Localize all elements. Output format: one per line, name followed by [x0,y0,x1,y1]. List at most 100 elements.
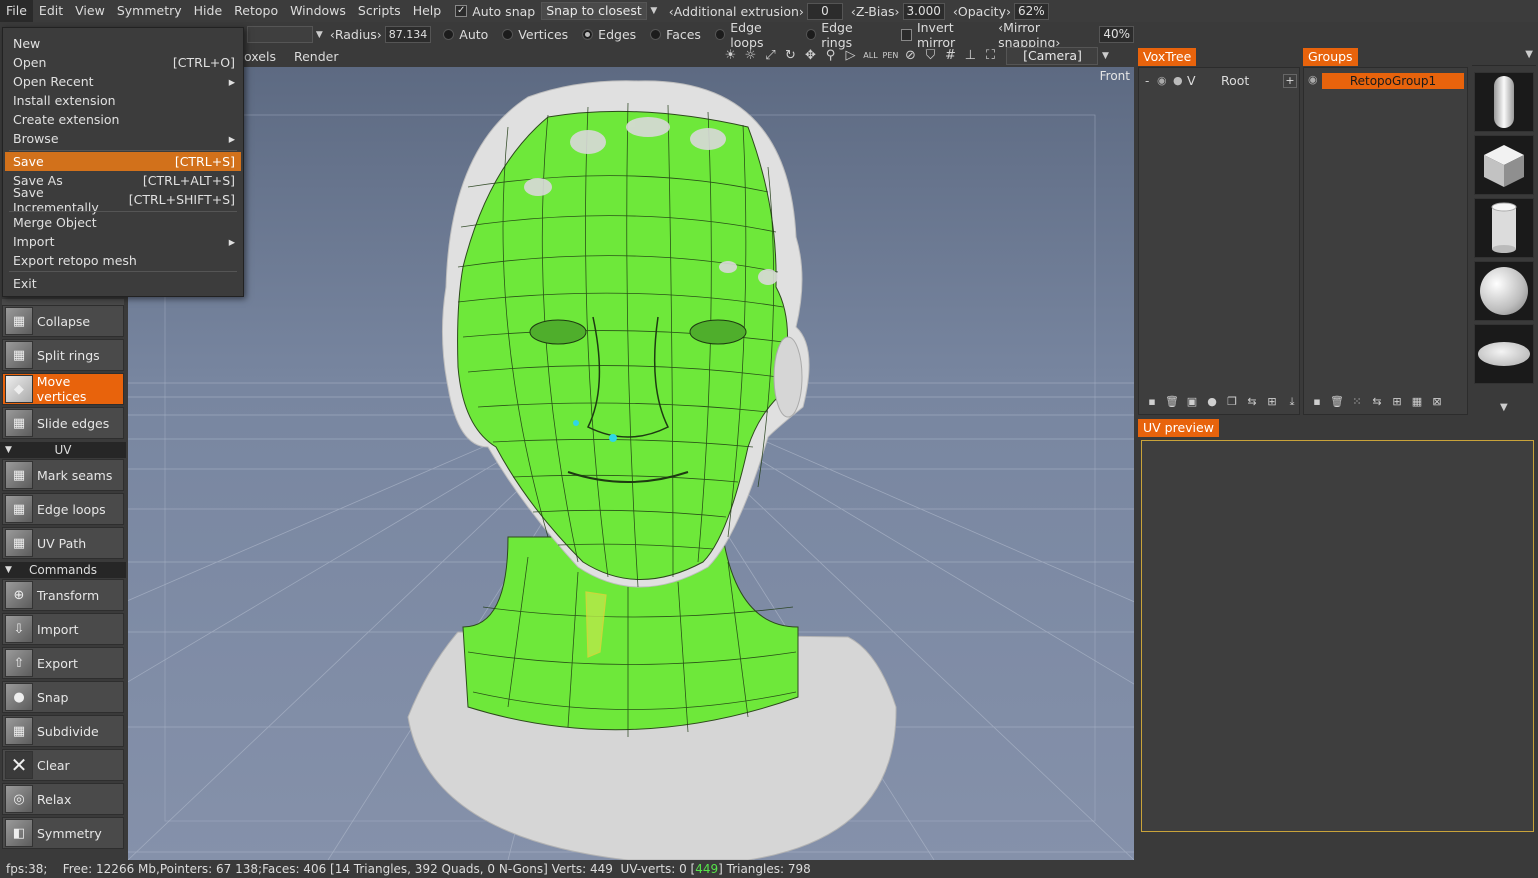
z-bias-label[interactable]: ‹Z-Bias› [851,4,900,19]
brush-chevron-down-icon[interactable]: ▼ [313,30,326,40]
group-item-retopogroup1[interactable]: RetopoGroup1 [1322,73,1464,89]
mode-edge-loops-radio[interactable] [714,29,726,40]
tool-collapse[interactable]: ▦ Collapse [2,305,124,337]
voxtree-root-row[interactable]: - ◉ ● V Root + [1145,73,1297,88]
sphere-icon[interactable]: ● [1173,74,1187,87]
file-menu-save[interactable]: Save [CTRL+S] [5,152,241,171]
camera-chevron-down-icon[interactable]: ▼ [1098,51,1112,61]
mode-auto-radio[interactable] [443,29,455,40]
invert-mirror-label[interactable]: Invert mirror [917,20,990,50]
sphere-icon[interactable]: ● [1205,395,1219,409]
tab-uv-preview[interactable]: UV preview [1138,419,1219,437]
menu-edit[interactable]: Edit [33,0,69,22]
voxtree-root-label[interactable]: Root [1221,73,1249,88]
file-menu-browse[interactable]: Browse ▸ [5,129,241,148]
file-menu-open[interactable]: Open [CTRL+O] [5,53,241,72]
invert-mirror-checkbox[interactable] [900,28,912,41]
opacity-input[interactable]: 62% [1013,2,1049,20]
selected-vertex[interactable] [609,434,617,442]
move-icon[interactable]: ⇆ [1370,395,1384,409]
file-menu-save-incrementally[interactable]: Save Incrementally [CTRL+SHIFT+S] [5,185,241,215]
primitive-sphere[interactable] [1474,261,1534,321]
menu-view[interactable]: View [69,0,111,22]
brush-field[interactable] [247,26,313,43]
additional-extrusion-input[interactable]: 0 [806,2,843,20]
view-pen-icon[interactable]: PEN [880,47,900,65]
move-icon[interactable]: ⇆ [1245,395,1259,409]
tool-uv-path[interactable]: ▦ UV Path [2,527,124,559]
mode-faces-radio[interactable] [650,29,662,40]
mode-edge-rings-label[interactable]: Edge rings [821,20,883,50]
move-icon[interactable]: ✥ [800,47,820,65]
file-menu-create-extension[interactable]: Create extension [5,110,241,129]
play-icon[interactable]: ▷ [840,47,860,65]
z-bias-input[interactable]: 3.000 [902,2,945,20]
sun-icon[interactable]: ☀ [720,47,740,65]
scroll-down-icon[interactable]: ▼ [1500,402,1508,413]
radius-input[interactable]: 87.134 [384,26,432,43]
tool-move-vertices[interactable]: ◆ Move vertices [2,373,124,405]
dots-grid-icon[interactable]: ⁙ [1350,395,1364,409]
additional-extrusion-label[interactable]: ‹Additional extrusion› [669,4,804,19]
menu-windows[interactable]: Windows [284,0,352,22]
close-icon[interactable]: ⊠ [1430,395,1444,409]
file-menu-new[interactable]: New [5,34,241,53]
selected-vertex[interactable] [573,420,579,426]
menu-file[interactable]: File [0,0,33,22]
tool-edge-loops[interactable]: ▦ Edge loops [2,493,124,525]
file-menu-install-extension[interactable]: Install extension [5,91,241,110]
mode-edge-rings-radio[interactable] [805,29,817,40]
delete-trash-icon[interactable]: 🗑 [1165,395,1179,409]
file-menu-export-retopo-mesh[interactable]: Export retopo mesh [5,251,241,270]
menu-symmetry[interactable]: Symmetry [111,0,188,22]
menu-scripts[interactable]: Scripts [352,0,407,22]
camera-dropdown[interactable]: [Camera] [1006,47,1099,65]
cmd-clear[interactable]: ✕ Clear [2,749,124,781]
light-icon[interactable]: ☼ [740,47,760,65]
eye-icon[interactable]: ◉ [1308,73,1318,86]
snap-mode-chevron-down-icon[interactable]: ▼ [647,6,661,16]
section-uv[interactable]: ▼ UV [0,442,126,458]
tab-voxels[interactable]: oxels [244,49,276,64]
file-menu-merge-object[interactable]: Merge Object [5,213,241,232]
auto-snap-checkbox[interactable]: ✓ [455,5,468,17]
file-menu-open-recent[interactable]: Open Recent ▸ [5,72,241,91]
uv-preview-canvas[interactable] [1141,440,1534,832]
file-menu-exit[interactable]: Exit [5,274,241,293]
grid-icon[interactable]: # [940,47,960,65]
primitive-cube[interactable] [1474,135,1534,195]
primitive-disc[interactable] [1474,324,1534,384]
mirror-snapping-input[interactable]: 40% [1099,26,1134,43]
new-group-icon[interactable]: ▪ [1310,395,1324,409]
file-menu-import[interactable]: Import ▸ [5,232,241,251]
radius-label[interactable]: ‹Radius› [330,27,382,42]
rotate-icon[interactable]: ↻ [780,47,800,65]
zoom-icon[interactable]: ⚲ [820,47,840,65]
eye-icon[interactable]: ◉ [1157,74,1173,87]
no-icon[interactable]: ⊘ [900,47,920,65]
view-label[interactable]: Front [1100,69,1130,83]
shield-icon[interactable]: ⛉ [920,47,940,65]
grid-icon[interactable]: ⊞ [1265,395,1279,409]
wand-icon[interactable]: ⤢ [760,47,780,65]
tab-groups[interactable]: Groups [1303,48,1358,66]
cmd-relax[interactable]: ◎ Relax [2,783,124,815]
menu-hide[interactable]: Hide [188,0,229,22]
tab-render[interactable]: Render [294,49,339,64]
mode-edges-radio[interactable] [582,29,594,40]
uv-grid-icon[interactable]: ▦ [1410,395,1424,409]
menu-retopo[interactable]: Retopo [228,0,284,22]
copy-icon[interactable]: ❐ [1225,395,1239,409]
axis-icon[interactable]: ⊥ [960,47,980,65]
cmd-symmetry[interactable]: ◧ Symmetry [2,817,124,849]
mode-vertices-label[interactable]: Vertices [518,27,568,42]
collapse-minus-icon[interactable]: - [1145,74,1157,88]
mode-faces-label[interactable]: Faces [666,27,701,42]
delete-trash-icon[interactable]: 🗑 [1330,395,1344,409]
cmd-snap[interactable]: ● Snap [2,681,124,713]
primitive-cylinder[interactable] [1474,198,1534,258]
view-all-icon[interactable]: ALL [860,47,880,65]
visibility-flag[interactable]: V [1187,73,1207,88]
grid-icon[interactable]: ⊞ [1390,395,1404,409]
cmd-subdivide[interactable]: ▦ Subdivide [2,715,124,747]
